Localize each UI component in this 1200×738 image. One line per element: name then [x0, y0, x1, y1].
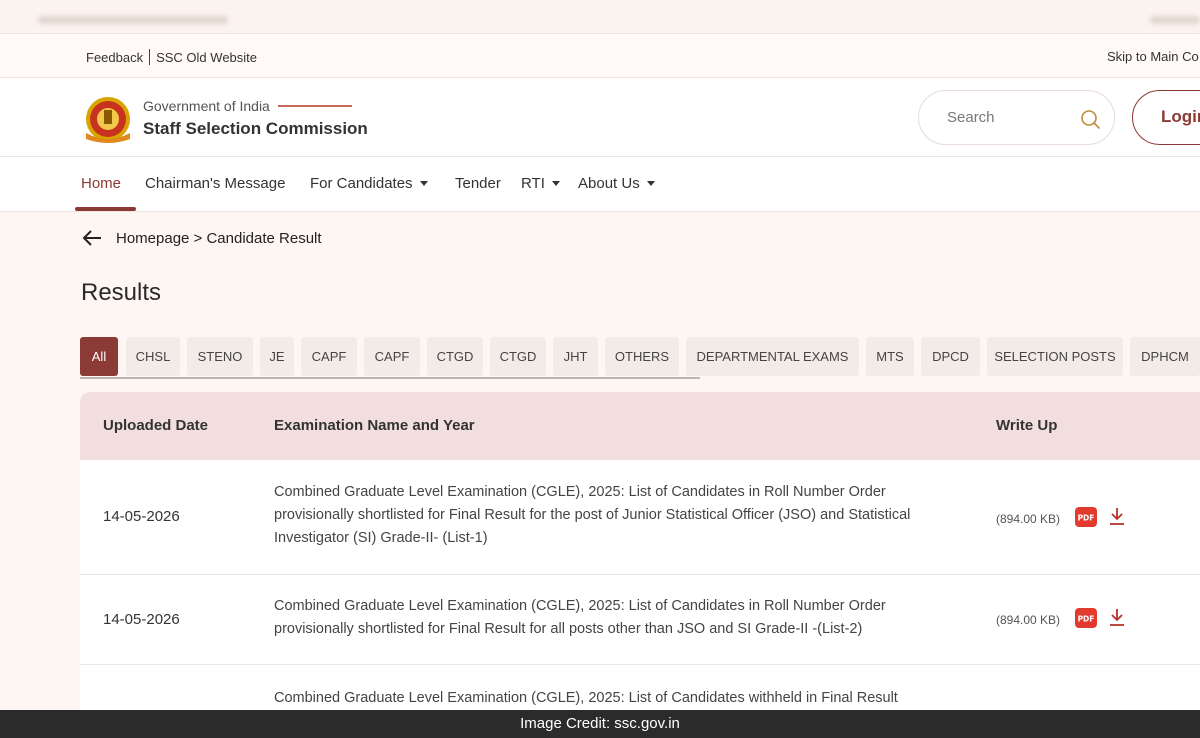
- pdf-icon[interactable]: PDF: [1074, 506, 1098, 528]
- tab-ctgd-2[interactable]: CTGD: [490, 337, 546, 376]
- nav-home[interactable]: Home: [81, 175, 121, 192]
- table-row: 14-05-2026 Combined Graduate Level Exami…: [80, 575, 1200, 665]
- tab-jht[interactable]: JHT: [553, 337, 598, 376]
- tab-capf-2[interactable]: CAPF: [364, 337, 420, 376]
- utility-links: Feedback SSC Old Website: [86, 49, 257, 65]
- col-exam-name: Examination Name and Year: [274, 417, 475, 434]
- blurred-text-left: [38, 16, 228, 24]
- tab-capf[interactable]: CAPF: [301, 337, 357, 376]
- tab-dpcd[interactable]: DPCD: [921, 337, 980, 376]
- search-input[interactable]: Search: [947, 109, 995, 126]
- back-arrow-icon[interactable]: [82, 229, 102, 247]
- old-website-link[interactable]: SSC Old Website: [156, 50, 257, 65]
- nav-for-candidates[interactable]: For Candidates: [310, 175, 428, 192]
- tab-others[interactable]: OTHERS: [605, 337, 679, 376]
- site-header: Government of India Staff Selection Comm…: [0, 78, 1200, 157]
- nav-about-us-label: About Us: [578, 175, 640, 192]
- download-icon[interactable]: [1108, 607, 1126, 627]
- decorative-line: [277, 105, 352, 107]
- nav-about-us[interactable]: About Us: [578, 175, 655, 192]
- ssc-emblem-icon[interactable]: [80, 93, 136, 143]
- results-table: Uploaded Date Examination Name and Year …: [80, 392, 1200, 722]
- nav-rti[interactable]: RTI: [521, 175, 560, 192]
- gov-text: Government of India: [143, 98, 270, 114]
- nav-tender-label: Tender: [455, 175, 501, 192]
- pdf-icon-label: PDF: [1078, 514, 1095, 523]
- tab-dphcm[interactable]: DPHCM: [1130, 337, 1200, 376]
- tabs-scrollbar[interactable]: [80, 377, 700, 379]
- nav-home-label: Home: [81, 175, 122, 192]
- row-exam-name[interactable]: Combined Graduate Level Examination (CGL…: [274, 687, 954, 710]
- page-title: Results: [81, 279, 162, 306]
- blurred-text-right: [1150, 16, 1200, 24]
- breadcrumb: Homepage > Candidate Result: [82, 229, 322, 247]
- image-credit: Image Credit: ssc.gov.in: [0, 710, 1200, 738]
- row-file-size: (894.00 KB): [996, 613, 1061, 627]
- row-date: 14-05-2026: [103, 508, 180, 525]
- tab-all[interactable]: All: [80, 337, 118, 376]
- row-date: 14-05-2026: [103, 611, 180, 628]
- row-exam-name[interactable]: Combined Graduate Level Examination (CGL…: [274, 481, 954, 550]
- col-write-up: Write Up: [996, 417, 1058, 434]
- col-uploaded-date: Uploaded Date: [103, 417, 209, 434]
- utility-bar: Feedback SSC Old Website Skip to Main Co: [0, 34, 1200, 78]
- main-nav: Home Chairman's Message For Candidates T…: [0, 157, 1200, 212]
- tab-mts[interactable]: MTS: [866, 337, 914, 376]
- nav-active-indicator: [75, 207, 136, 211]
- tab-ctgd[interactable]: CTGD: [427, 337, 483, 376]
- nav-rti-label: RTI: [521, 175, 545, 192]
- nav-for-candidates-label: For Candidates: [310, 175, 413, 192]
- tab-departmental-exams[interactable]: DEPARTMENTAL EXAMS: [686, 337, 859, 376]
- row-file-size: (894.00 KB): [996, 512, 1061, 526]
- feedback-link[interactable]: Feedback: [86, 50, 143, 65]
- search-box[interactable]: Search: [918, 90, 1115, 145]
- row-exam-name[interactable]: Combined Graduate Level Examination (CGL…: [274, 595, 954, 641]
- result-category-tabs: All CHSL STENO JE CAPF CAPF CTGD CTGD JH…: [80, 337, 1200, 379]
- breadcrumb-text[interactable]: Homepage > Candidate Result: [116, 230, 322, 247]
- nav-chairmans-message[interactable]: Chairman's Message: [145, 175, 285, 192]
- tab-selection-posts[interactable]: SELECTION POSTS: [987, 337, 1123, 376]
- tab-steno[interactable]: STENO: [187, 337, 253, 376]
- org-name: Staff Selection Commission: [143, 119, 368, 138]
- table-header: Uploaded Date Examination Name and Year …: [80, 392, 1200, 460]
- download-icon[interactable]: [1108, 506, 1126, 526]
- login-button[interactable]: Login: [1132, 90, 1200, 145]
- divider: [149, 49, 151, 65]
- chevron-down-icon: [646, 181, 655, 186]
- nav-chairmans-message-label: Chairman's Message: [145, 175, 286, 192]
- tab-chsl[interactable]: CHSL: [126, 337, 180, 376]
- pdf-icon[interactable]: PDF: [1074, 607, 1098, 629]
- search-icon[interactable]: [1079, 108, 1101, 130]
- skip-to-main-link[interactable]: Skip to Main Co: [1107, 49, 1199, 64]
- table-row: 14-05-2026 Combined Graduate Level Exami…: [80, 460, 1200, 575]
- blurred-top-strip: [0, 0, 1200, 34]
- nav-tender[interactable]: Tender: [455, 175, 501, 192]
- gov-label: Government of India: [143, 98, 352, 114]
- chevron-down-icon: [551, 181, 560, 186]
- chevron-down-icon: [419, 181, 428, 186]
- pdf-icon-label: PDF: [1078, 615, 1095, 624]
- tab-je[interactable]: JE: [260, 337, 294, 376]
